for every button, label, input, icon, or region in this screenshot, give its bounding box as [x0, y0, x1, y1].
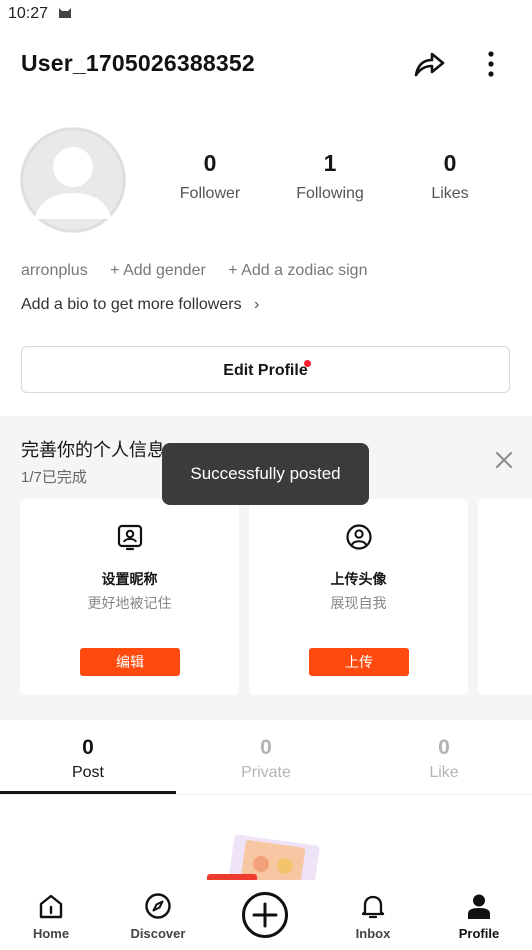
completion-card-nickname: 设置昵称 更好地被记住 编辑 — [20, 499, 239, 695]
create-post-button[interactable] — [242, 892, 288, 938]
upload-avatar-button[interactable]: 上传 — [309, 648, 409, 676]
handle-text: arronplus — [21, 262, 88, 279]
tab-private[interactable]: 0 Private — [178, 720, 354, 795]
bottom-navigation: Home Discover Inbox Profile — [0, 880, 532, 950]
nav-label: Home — [32, 926, 70, 941]
close-icon[interactable] — [494, 450, 514, 470]
username: User_1705026388352 — [21, 50, 255, 76]
tab-label: Like — [429, 764, 459, 781]
card-subtitle: 展现自我 — [330, 595, 387, 611]
notification-dot — [304, 360, 311, 367]
bell-icon — [361, 895, 385, 919]
likes-label: Likes — [431, 185, 469, 202]
following-count: 1 — [323, 150, 337, 176]
more-options-icon[interactable] — [478, 46, 504, 82]
user-circle-icon — [346, 524, 372, 550]
content-tabs: 0 Post 0 Private 0 Like — [0, 720, 532, 795]
person-icon — [468, 894, 490, 919]
completion-progress: 1/7已完成 — [21, 469, 87, 486]
profile-meta-row: arronplus + Add gender + Add a zodiac si… — [21, 262, 367, 280]
tab-post[interactable]: 0 Post — [0, 720, 176, 795]
plus-icon — [252, 902, 278, 928]
tab-count: 0 — [438, 736, 450, 759]
success-toast: Successfully posted — [162, 443, 369, 505]
likes-count: 0 — [443, 150, 457, 176]
edit-profile-button[interactable]: Edit Profile — [21, 346, 510, 393]
compass-icon — [145, 893, 171, 919]
id-card-icon — [117, 524, 143, 551]
tab-count: 0 — [82, 736, 94, 759]
status-time: 10:27 — [8, 5, 49, 22]
bio-prompt-row[interactable]: Add a bio to get more followers › — [21, 296, 259, 314]
follower-label: Follower — [179, 185, 241, 202]
share-icon[interactable] — [411, 46, 447, 82]
chevron-right-icon: › — [254, 296, 260, 313]
completion-title: 完善你的个人信息 — [21, 440, 165, 460]
completion-card-avatar: 上传头像 展现自我 上传 — [249, 499, 468, 695]
cat-notification-icon — [59, 8, 71, 18]
stat-following[interactable]: 1 Following — [275, 150, 385, 203]
stat-likes[interactable]: 0 Likes — [395, 150, 505, 203]
follower-count: 0 — [203, 150, 217, 176]
home-icon — [39, 894, 63, 919]
status-bar: 10:27 — [0, 0, 532, 28]
tab-like[interactable]: 0 Like — [356, 720, 532, 795]
avatar[interactable] — [20, 127, 126, 233]
tab-count: 0 — [260, 736, 272, 759]
add-gender-link[interactable]: + Add gender — [110, 262, 206, 280]
tab-label: Post — [71, 764, 104, 781]
empty-posts-illustration — [207, 834, 320, 884]
completion-card-partial — [478, 499, 532, 695]
edit-profile-label: Edit Profile — [223, 362, 308, 379]
nav-label: Discover — [130, 926, 186, 941]
following-label: Following — [296, 185, 364, 202]
nav-label: Inbox — [355, 926, 391, 941]
default-avatar-icon — [21, 128, 125, 232]
stat-follower[interactable]: 0 Follower — [155, 150, 265, 203]
nav-label: Profile — [458, 926, 500, 941]
bio-prompt-text: Add a bio to get more followers — [21, 296, 242, 313]
tab-label: Private — [241, 764, 291, 781]
card-subtitle: 更好地被记住 — [87, 595, 172, 611]
nav-profile[interactable]: Profile — [434, 880, 524, 950]
nav-discover[interactable]: Discover — [113, 880, 203, 950]
add-zodiac-link[interactable]: + Add a zodiac sign — [228, 262, 367, 280]
nav-inbox[interactable]: Inbox — [328, 880, 418, 950]
nav-home[interactable]: Home — [6, 880, 96, 950]
card-title: 上传头像 — [330, 571, 387, 587]
active-tab-indicator — [0, 791, 176, 794]
card-title: 设置昵称 — [101, 571, 158, 587]
edit-nickname-button[interactable]: 编辑 — [80, 648, 180, 676]
profile-header: User_1705026388352 — [0, 40, 532, 90]
